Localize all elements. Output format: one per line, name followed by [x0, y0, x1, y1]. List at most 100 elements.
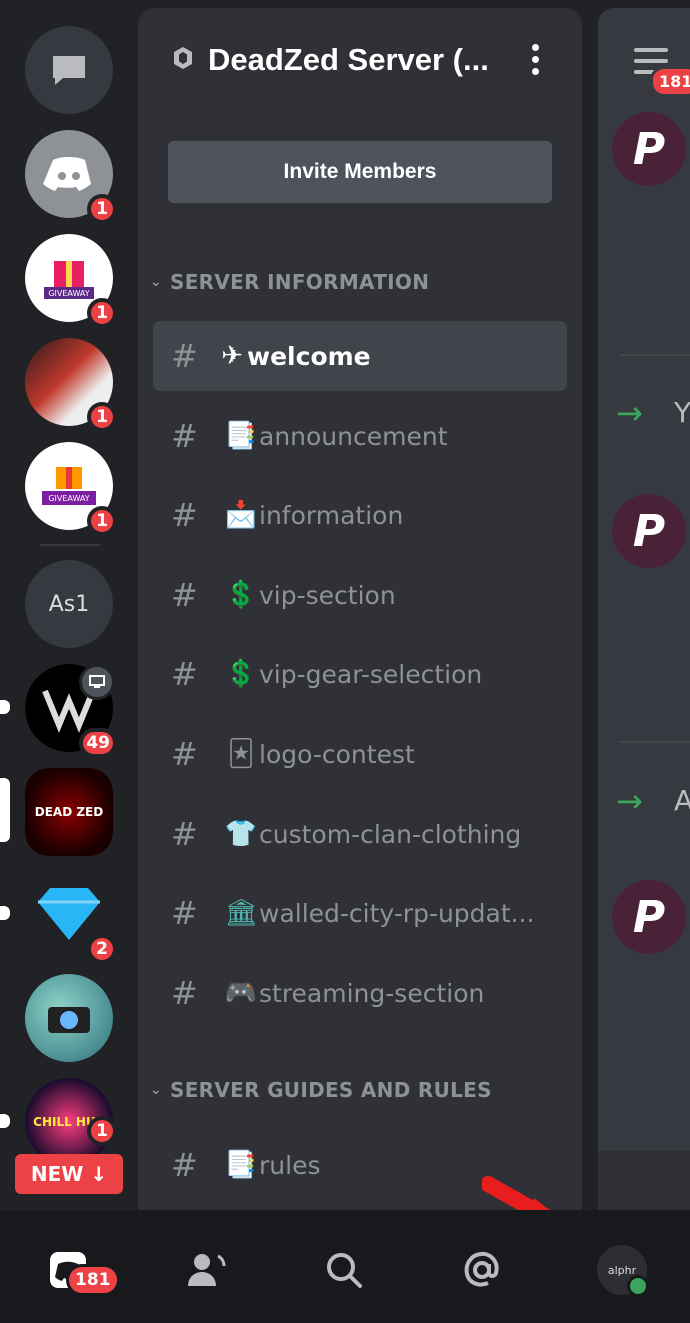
channel-name: vip-section [259, 580, 396, 610]
deadzed-server[interactable]: DEAD ZED [25, 768, 113, 856]
unread-badge: 1 [87, 402, 117, 432]
dollar-sign-icon: 💲 [224, 580, 258, 610]
channel-vip-section[interactable]: # 💲 vip-section [153, 560, 567, 630]
message-author-peek: Y [674, 396, 690, 429]
hashtag-icon: # [171, 417, 198, 455]
channel-list-panel: DeadZed Server (... Invite Members ⌄ SER… [138, 8, 582, 1210]
channel-name: custom-clan-clothing [259, 819, 522, 849]
anime-avatar-server[interactable]: 1 [25, 338, 117, 432]
camera-photo-icon [25, 974, 113, 1062]
search-icon [327, 1253, 362, 1288]
channel-name: logo-contest [259, 739, 415, 769]
pending-badge: 181 [650, 66, 690, 97]
channel-streaming-section[interactable]: # 🎮 streaming-section [153, 958, 567, 1028]
photographer-server[interactable] [25, 974, 113, 1062]
server-title: DeadZed Server (... [208, 42, 489, 77]
giveaway-label: GIVEAWAY [48, 494, 89, 503]
hashtag-icon: # [171, 735, 198, 773]
bookmark-tabs-icon: 📑 [224, 1150, 258, 1180]
chat-pane-peek[interactable]: 181 P → Y P → A P [598, 8, 690, 1151]
chat-bubble-icon [25, 26, 113, 114]
channel-walled-city-rp-updates[interactable]: # 🏛 walled-city-rp-updat... [153, 878, 567, 948]
unread-badge: 1 [87, 194, 117, 224]
channel-name: welcome [247, 341, 371, 371]
dollar-sign-icon: 💲 [224, 659, 258, 689]
unread-badge: 1 [87, 506, 117, 536]
tab-mentions[interactable] [452, 1240, 512, 1300]
invite-members-button[interactable]: Invite Members [168, 141, 552, 203]
online-status-icon [627, 1275, 649, 1297]
channel-name: walled-city-rp-updat... [259, 898, 535, 928]
tab-friends[interactable] [176, 1240, 236, 1300]
new-unreads-button[interactable]: NEW ↓ [15, 1154, 123, 1194]
message-avatar[interactable]: P [612, 880, 686, 954]
as1-server-label: As1 [25, 560, 113, 648]
channel-name: vip-gear-selection [259, 659, 483, 689]
chevron-down-icon: ⌄ [149, 1082, 163, 1098]
hashtag-icon: # [171, 337, 198, 375]
tab-profile[interactable]: alphr [592, 1240, 652, 1300]
profile-avatar-text: alphr [607, 1263, 637, 1277]
server-header[interactable]: DeadZed Server (... [170, 42, 489, 78]
channel-announcement[interactable]: # 📑 announcement [153, 401, 567, 471]
rail-divider [40, 544, 100, 546]
giveaway-server-1[interactable]: GIVEAWAY 1 [25, 234, 117, 328]
tab-search[interactable] [314, 1240, 374, 1300]
classical-building-icon: 🏛 [224, 898, 258, 928]
channel-name: streaming-section [259, 978, 485, 1008]
giveaway-server-2[interactable]: GIVEAWAY 1 [25, 442, 117, 536]
joker-card-icon: 🃏 [227, 739, 255, 769]
airplane-icon: ✈ [221, 341, 243, 371]
unread-badge: 1 [87, 298, 117, 328]
hashtag-icon: # [171, 496, 198, 534]
channel-information[interactable]: # 📩 information [153, 480, 567, 550]
channel-custom-clan-clothing[interactable]: # 👕 custom-clan-clothing [153, 799, 567, 869]
friends-wave-icon [188, 1254, 226, 1286]
envelope-arrow-icon: 📩 [224, 500, 258, 530]
unread-indicator [0, 906, 10, 920]
channel-name: rules [259, 1150, 321, 1180]
discord-home-server[interactable]: 1 [25, 130, 117, 224]
deadzed-logo-icon: DEAD ZED [25, 768, 113, 856]
message-author-peek: A [674, 784, 690, 817]
vs-logo-server[interactable]: 49 [25, 664, 117, 758]
join-arrow-icon: → [616, 782, 643, 820]
unread-indicator [0, 1114, 10, 1128]
unread-badge: 1 [87, 1116, 117, 1146]
message-avatar[interactable]: P [612, 494, 686, 568]
message-divider [620, 354, 690, 356]
as1-server[interactable]: As1 [25, 560, 113, 648]
home-unread-badge: 181 [66, 1264, 120, 1296]
t-shirt-icon: 👕 [224, 819, 258, 849]
desktop-icon [79, 664, 115, 700]
chill-hub-server[interactable]: CHILL HUB 1 [25, 1078, 117, 1166]
category-server-information[interactable]: ⌄ SERVER INFORMATION [146, 270, 429, 294]
giveaway-label: GIVEAWAY [48, 289, 89, 298]
chevron-down-icon: ⌄ [149, 274, 163, 290]
channel-name: information [259, 500, 404, 530]
join-arrow-icon: → [616, 394, 643, 432]
more-options-icon[interactable] [530, 44, 540, 76]
message-divider [620, 741, 690, 743]
deadzed-label: DEAD ZED [34, 805, 104, 819]
category-label: SERVER GUIDES AND RULES [170, 1078, 492, 1102]
category-server-guides-and-rules[interactable]: ⌄ SERVER GUIDES AND RULES [146, 1078, 492, 1102]
server-rail: 1 GIVEAWAY 1 1 GIVEAWAY 1 As1 49 DEAD ZE… [0, 0, 138, 1210]
selected-server-indicator [0, 778, 10, 842]
channel-welcome[interactable]: # ✈ welcome [153, 321, 567, 391]
category-label: SERVER INFORMATION [170, 270, 430, 294]
unread-indicator [0, 700, 10, 714]
message-input-area-peek[interactable] [598, 1151, 690, 1210]
message-avatar[interactable]: P [612, 112, 686, 186]
hashtag-icon: # [171, 815, 198, 853]
hashtag-icon: # [171, 1146, 198, 1184]
hashtag-icon: # [171, 974, 198, 1012]
bookmark-tabs-icon: 📑 [224, 421, 258, 451]
channel-vip-gear-selection[interactable]: # 💲 vip-gear-selection [153, 639, 567, 709]
unread-badge: 2 [87, 934, 117, 964]
hashtag-icon: # [171, 576, 198, 614]
channel-logo-contest[interactable]: # 🃏 logo-contest [153, 719, 567, 789]
hashtag-icon: # [171, 655, 198, 693]
diamond-server[interactable]: 2 [25, 870, 117, 964]
direct-messages-button[interactable] [25, 26, 113, 114]
